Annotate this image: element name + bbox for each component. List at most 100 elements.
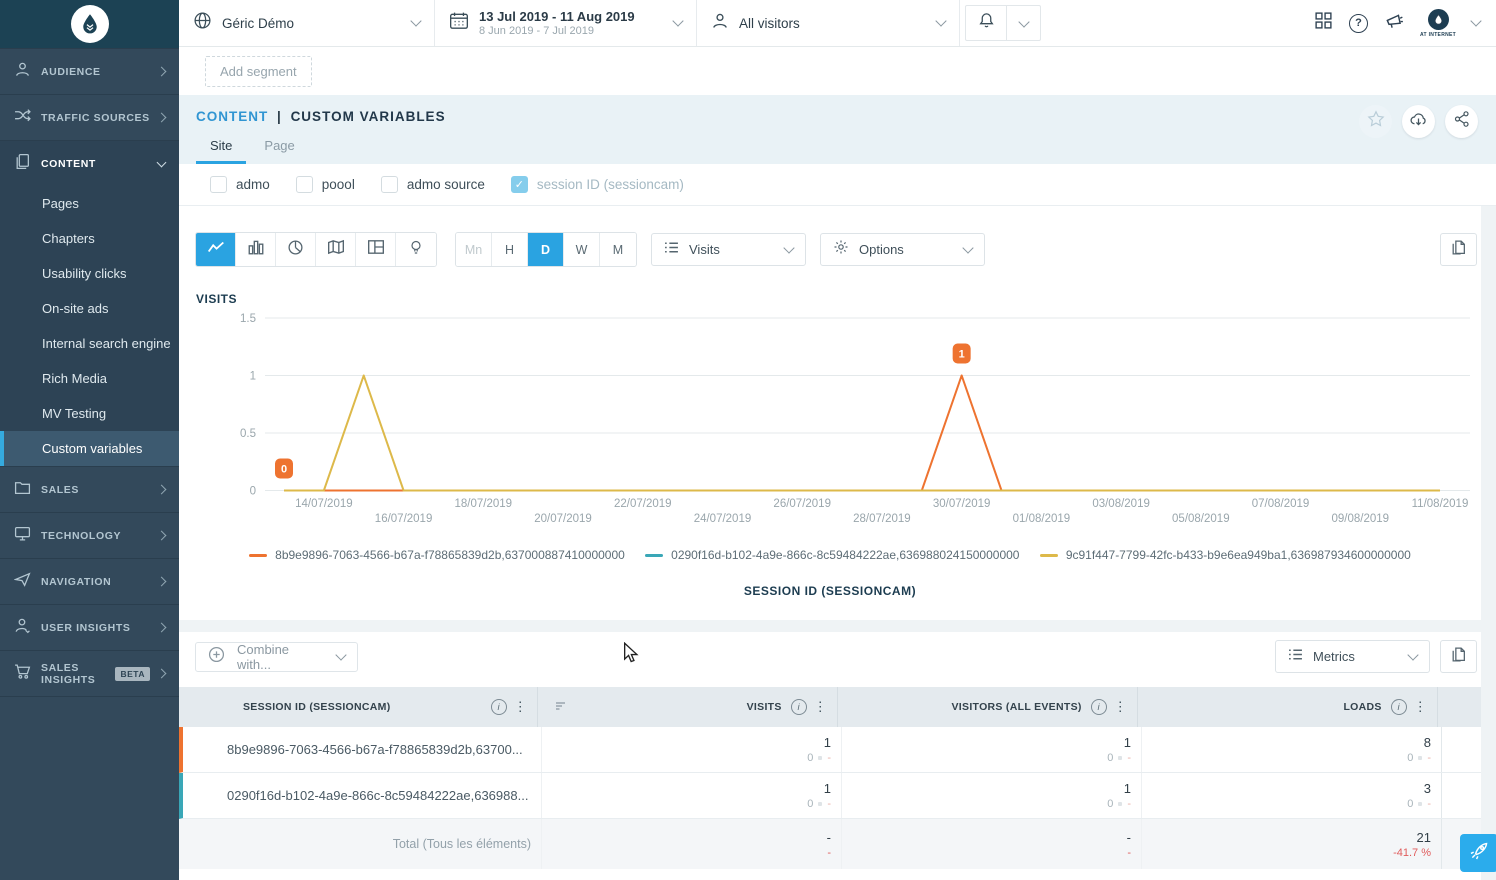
sidebar-item-mv-testing[interactable]: MV Testing xyxy=(0,396,179,431)
pages-icon xyxy=(14,153,31,175)
delta-value: - xyxy=(1127,798,1131,810)
chevron-down-icon[interactable] xyxy=(1470,15,1481,26)
sidebar-item-traffic-sources[interactable]: TRAFFIC SOURCES xyxy=(0,94,179,140)
sidebar-item-custom-variables[interactable]: Custom variables xyxy=(0,431,179,466)
tab-site[interactable]: Site xyxy=(196,134,246,164)
notifications-dropdown-button[interactable] xyxy=(1006,6,1040,40)
table-row[interactable]: 8b9e9896-7063-4566-b67a-f78865839d2b,637… xyxy=(179,727,1481,773)
sidebar-item-technology[interactable]: TECHNOLOGY xyxy=(0,512,179,558)
granularity-week-button[interactable]: W xyxy=(564,233,600,266)
favorite-button[interactable] xyxy=(1359,105,1392,138)
sidebar-item-audience[interactable]: AUDIENCE xyxy=(0,48,179,94)
filter-admo-source[interactable]: admo source xyxy=(381,176,485,193)
sidebar-item-content[interactable]: CONTENT xyxy=(0,140,179,186)
site-selector[interactable]: Géric Démo xyxy=(179,0,435,46)
svg-text:16/07/2019: 16/07/2019 xyxy=(375,513,433,525)
delta-value: - xyxy=(1127,752,1131,764)
apps-grid-icon[interactable] xyxy=(1314,11,1333,35)
page-actions xyxy=(1359,105,1478,138)
options-dropdown[interactable]: Options xyxy=(820,233,985,266)
sidebar-item-rich-media[interactable]: Rich Media xyxy=(0,361,179,396)
column-header-loads[interactable]: LOADS i ⋮ xyxy=(1137,687,1437,727)
table-row[interactable]: 0290f16d-b102-4a9e-866c-8c59484222ae,636… xyxy=(179,773,1481,819)
sidebar-item-onsite-ads[interactable]: On-site ads xyxy=(0,291,179,326)
loads-cell: 8 0- xyxy=(1141,727,1441,772)
filter-label: poool xyxy=(322,177,355,192)
share-button[interactable] xyxy=(1445,105,1478,138)
info-icon[interactable]: i xyxy=(1091,699,1107,715)
sidebar-item-pages[interactable]: Pages xyxy=(0,186,179,221)
column-header-empty xyxy=(1437,687,1481,727)
chevron-down-icon xyxy=(335,649,346,660)
chart-type-pie-button[interactable] xyxy=(276,233,316,266)
drop-logo-icon xyxy=(71,5,109,43)
date-range-selector[interactable]: 13 Jul 2019 - 11 Aug 2019 8 Jun 2019 - 7… xyxy=(435,0,697,46)
granularity-month-button[interactable]: M xyxy=(600,233,636,266)
chart-export-button[interactable] xyxy=(1440,233,1477,266)
chart-type-line-button[interactable] xyxy=(196,233,236,266)
info-icon[interactable]: i xyxy=(791,699,807,715)
metrics-dropdown[interactable]: Metrics xyxy=(1275,640,1430,673)
info-icon[interactable]: i xyxy=(491,699,507,715)
filter-poool[interactable]: poool xyxy=(296,176,355,193)
kebab-menu-icon[interactable]: ⋮ xyxy=(514,699,527,715)
granularity-hour-button[interactable]: H xyxy=(492,233,528,266)
empty-cell xyxy=(1441,727,1481,772)
help-icon[interactable]: ? xyxy=(1349,14,1368,33)
account-menu[interactable]: AT INTERNET xyxy=(1420,9,1456,38)
filter-session-id-sessioncam[interactable]: session ID (sessioncam) xyxy=(511,176,684,193)
svg-text:09/08/2019: 09/08/2019 xyxy=(1331,513,1389,525)
legend-item[interactable]: 9c91f447-7799-42fc-b433-b9e6ea949ba1,636… xyxy=(1040,548,1411,562)
kebab-menu-icon[interactable]: ⋮ xyxy=(814,699,827,715)
granularity-day-button[interactable]: D xyxy=(528,233,564,266)
kebab-menu-icon[interactable]: ⋮ xyxy=(1114,699,1127,715)
column-label: VISITORS (ALL EVENTS) xyxy=(952,701,1082,713)
legend-item[interactable]: 0290f16d-b102-4a9e-866c-8c59484222ae,636… xyxy=(645,548,1019,562)
rocket-button[interactable] xyxy=(1460,834,1496,872)
svg-text:18/07/2019: 18/07/2019 xyxy=(455,498,513,510)
chart-type-treemap-button[interactable] xyxy=(356,233,396,266)
legend-item[interactable]: 8b9e9896-7063-4566-b67a-f78865839d2b,637… xyxy=(249,548,625,562)
table-export-button[interactable] xyxy=(1440,640,1477,673)
column-header-visitors[interactable]: VISITORS (ALL EVENTS) i ⋮ xyxy=(837,687,1137,727)
visitor-segment-label: All visitors xyxy=(739,16,937,31)
column-header-visits[interactable]: VISITS i ⋮ xyxy=(537,687,837,727)
chevron-right-icon xyxy=(157,669,167,679)
download-button[interactable] xyxy=(1402,105,1435,138)
sort-icon[interactable] xyxy=(554,700,567,715)
metric-selector-dropdown[interactable]: Visits xyxy=(651,233,806,266)
sidebar-item-internal-search-engine[interactable]: Internal search engine xyxy=(0,326,179,361)
sidebar-item-navigation[interactable]: NAVIGATION xyxy=(0,558,179,604)
comparison-line: - xyxy=(827,847,831,859)
chevron-down-icon xyxy=(1407,649,1418,660)
sidebar-item-usability-clicks[interactable]: Usability clicks xyxy=(0,256,179,291)
tab-page[interactable]: Page xyxy=(250,134,308,164)
sidebar-item-sales[interactable]: SALES xyxy=(0,466,179,512)
breadcrumb-section[interactable]: CONTENT xyxy=(196,109,268,124)
sidebar-item-sales-insights[interactable]: SALES INSIGHTS BETA xyxy=(0,650,179,696)
svg-text:0: 0 xyxy=(250,486,256,498)
chevron-right-icon xyxy=(157,531,167,541)
column-header-session-id[interactable]: SESSION ID (SESSIONCAM) i ⋮ xyxy=(179,687,537,727)
chart-type-insight-button[interactable] xyxy=(396,233,436,266)
info-icon[interactable]: i xyxy=(1391,699,1407,715)
notifications-button[interactable] xyxy=(966,6,1006,40)
sidebar-item-chapters[interactable]: Chapters xyxy=(0,221,179,256)
session-id-cell[interactable]: 8b9e9896-7063-4566-b67a-f78865839d2b,637… xyxy=(183,727,541,772)
combine-with-button[interactable]: Combine with... xyxy=(195,642,358,672)
brand-logo[interactable] xyxy=(0,0,179,48)
sidebar-item-user-insights[interactable]: USER INSIGHTS xyxy=(0,604,179,650)
add-segment-button[interactable]: Add segment xyxy=(205,56,312,87)
megaphone-icon[interactable] xyxy=(1384,11,1404,36)
visits-chart[interactable]: 00.511.514/07/201918/07/201922/07/201926… xyxy=(195,310,1481,532)
filter-admo[interactable]: admo xyxy=(210,176,270,193)
visitor-segment-selector[interactable]: All visitors xyxy=(697,0,960,46)
svg-text:0: 0 xyxy=(281,464,287,476)
session-id-cell[interactable]: 0290f16d-b102-4a9e-866c-8c59484222ae,636… xyxy=(183,773,541,818)
table-header-row: SESSION ID (SESSIONCAM) i ⋮ VISITS i ⋮ xyxy=(179,687,1481,727)
delta-value: - xyxy=(1127,847,1131,859)
svg-text:20/07/2019: 20/07/2019 xyxy=(534,513,592,525)
chart-type-bar-button[interactable] xyxy=(236,233,276,266)
chart-type-map-button[interactable] xyxy=(316,233,356,266)
kebab-menu-icon[interactable]: ⋮ xyxy=(1414,699,1427,715)
